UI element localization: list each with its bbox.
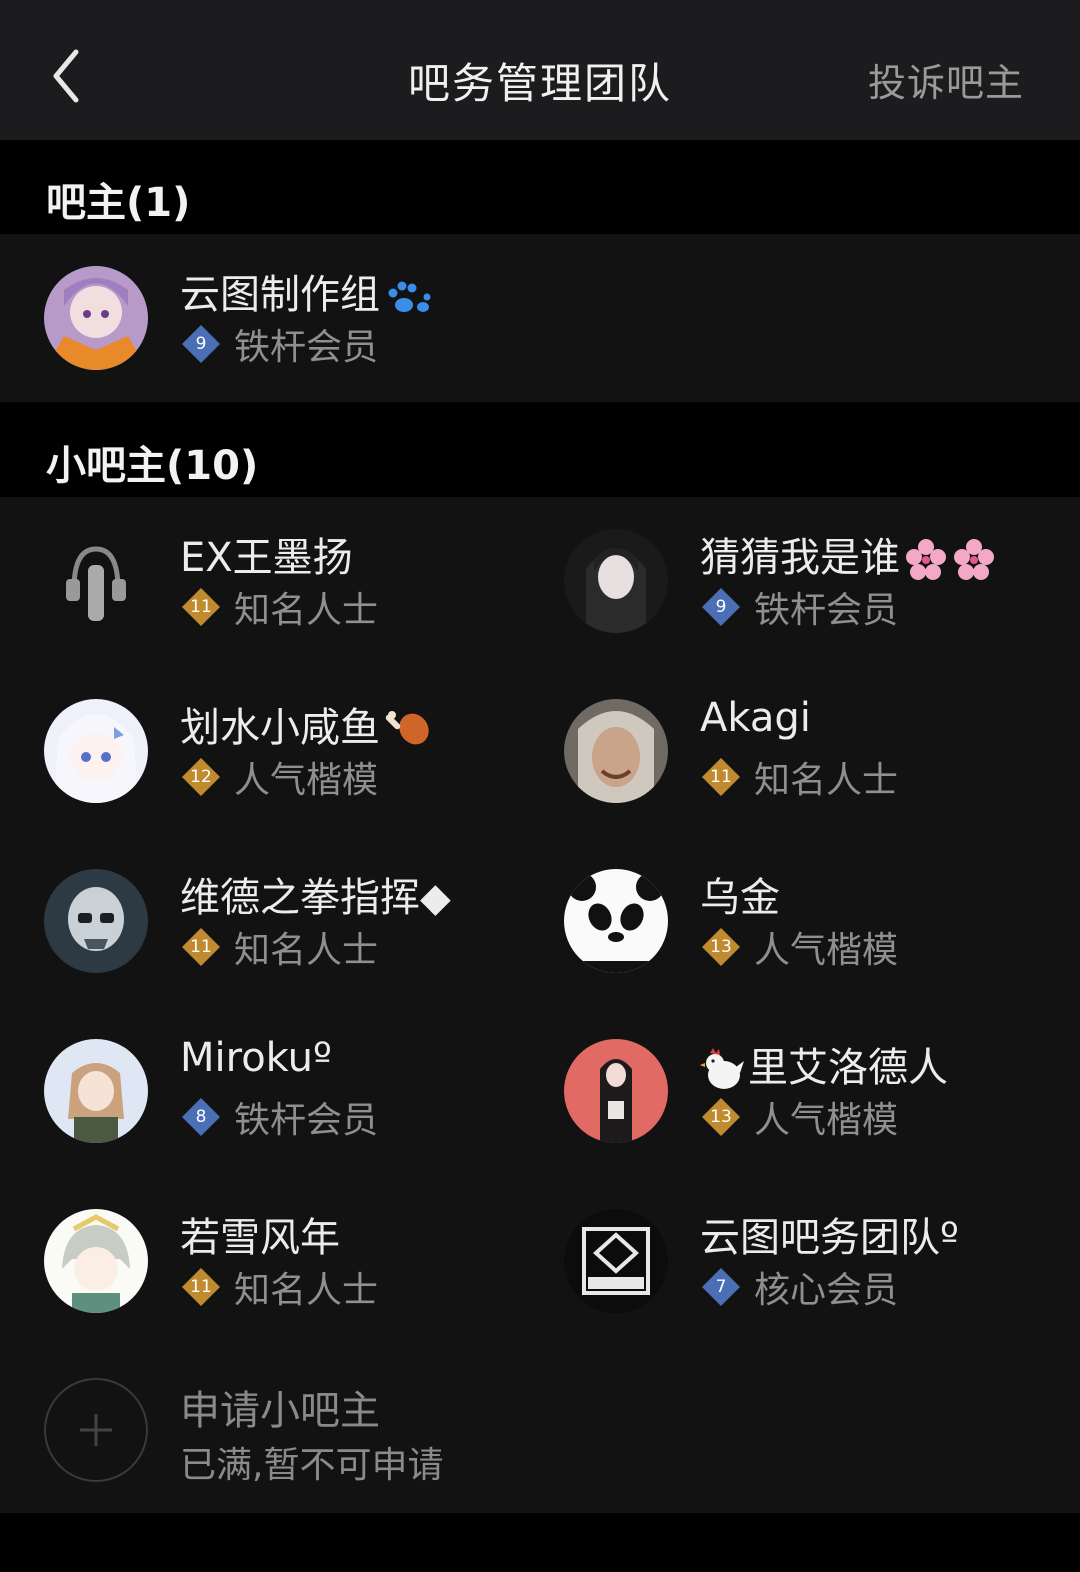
member-name: 若雪风年 [180,1215,340,1261]
owner-section-title: 吧主(1) [46,180,191,226]
member-name: 里艾洛德人 [700,1035,948,1093]
member-name: 猜猜我是谁 [700,525,1000,583]
level-badge-icon: 7 [700,1266,742,1308]
deputy-section-header: 小吧主(10) [0,402,1080,497]
avatar [44,869,148,973]
level-badge-icon: 11 [700,756,742,798]
member-name: Mirokuº [180,1035,332,1081]
member-deputy-7[interactable]: Mirokuº 8 铁杆会员 [0,1031,520,1151]
level-badge-icon: 9 [180,323,222,365]
member-rank: 人气楷模 [754,930,899,971]
apply-title: 申请小吧主 [180,1388,380,1434]
level-badge-icon: 12 [180,756,222,798]
member-deputy-2[interactable]: 猜猜我是谁 9 铁杆会员 [520,521,1040,641]
member-rank: 铁杆会员 [234,1100,379,1141]
apply-deputy-button[interactable]: 申请小吧主 已满,暂不可申请 [0,1370,540,1490]
level-badge-icon: 11 [180,1266,222,1308]
member-badge-row: 11 知名人士 [180,585,378,631]
apply-subtitle: 已满,暂不可申请 [180,1445,444,1486]
member-name: 云图吧务团队º [700,1215,959,1261]
member-owner[interactable]: 云图制作组 9 铁杆会员 [0,258,520,378]
member-badge-row: 11 知名人士 [180,1265,378,1311]
member-badge-row: 7 核心会员 [700,1265,898,1311]
member-rank: 知名人士 [234,590,379,631]
level-badge-icon: 11 [180,926,222,968]
member-deputy-5[interactable]: 维德之拳指挥◆ 11 知名人士 [0,861,520,981]
avatar [44,1209,148,1313]
avatar [44,699,148,803]
member-deputy-1[interactable]: EX王墨扬 11 知名人士 [0,521,520,641]
member-rank: 核心会员 [754,1270,899,1311]
member-rank: 知名人士 [234,1270,379,1311]
level-badge-icon: 13 [700,926,742,968]
member-rank: 知名人士 [754,760,899,801]
member-badge-row: 9 铁杆会员 [180,322,378,368]
owner-panel: 云图制作组 9 铁杆会员 [0,234,1080,402]
member-name: 划水小咸鱼 [180,695,432,753]
deputy-section-title: 小吧主(10) [46,443,259,489]
member-badge-row: 9 铁杆会员 [700,585,898,631]
member-badge-row: 13 人气楷模 [700,925,898,971]
level-badge-icon: 11 [180,586,222,628]
owner-section-header: 吧主(1) [0,140,1080,234]
top-bar: 吧务管理团队 投诉吧主 [0,0,1080,140]
level-badge-icon: 9 [700,586,742,628]
complain-owner-button[interactable]: 投诉吧主 [868,52,1024,107]
avatar [44,529,148,633]
avatar [44,1039,148,1143]
drumstick-icon [385,711,429,745]
plus-icon [46,1380,146,1480]
level-badge-icon: 13 [700,1096,742,1138]
member-deputy-6[interactable]: 乌金 13 人气楷模 [520,861,1040,981]
member-name: Akagi [700,695,811,741]
avatar [44,266,148,370]
add-circle [44,1378,148,1482]
member-badge-row: 12 人气楷模 [180,755,378,801]
member-rank: 人气楷模 [234,760,379,801]
avatar [564,529,668,633]
member-badge-row: 8 铁杆会员 [180,1095,378,1141]
member-badge-row: 11 知名人士 [180,925,378,971]
level-badge-icon: 8 [180,1096,222,1138]
member-rank: 知名人士 [234,930,379,971]
cherry-blossom-icon [906,539,994,580]
avatar [564,699,668,803]
member-deputy-8[interactable]: 里艾洛德人 13 人气楷模 [520,1031,1040,1151]
member-badge-row: 11 知名人士 [700,755,898,801]
member-deputy-9[interactable]: 若雪风年 11 知名人士 [0,1201,520,1321]
member-deputy-10[interactable]: 云图吧务团队º 7 核心会员 [520,1201,1040,1321]
deputy-panel: EX王墨扬 11 知名人士 猜猜我是谁 9 铁杆会员 划水小咸鱼 12 人气楷模… [0,497,1080,1513]
avatar [564,1209,668,1313]
member-deputy-3[interactable]: 划水小咸鱼 12 人气楷模 [0,691,520,811]
member-name: 维德之拳指挥◆ [180,875,451,921]
paw-icon [388,281,431,312]
member-name: 云图制作组 [180,262,432,320]
member-badge-row: 13 人气楷模 [700,1095,898,1141]
member-deputy-4[interactable]: Akagi 11 知名人士 [520,691,1040,811]
chicken-icon [700,1048,744,1089]
avatar [564,1039,668,1143]
member-rank: 铁杆会员 [754,590,899,631]
member-name: EX王墨扬 [180,535,353,581]
avatar [564,869,668,973]
member-rank: 人气楷模 [754,1100,899,1141]
member-name: 乌金 [700,875,780,921]
member-rank: 铁杆会员 [234,327,379,368]
